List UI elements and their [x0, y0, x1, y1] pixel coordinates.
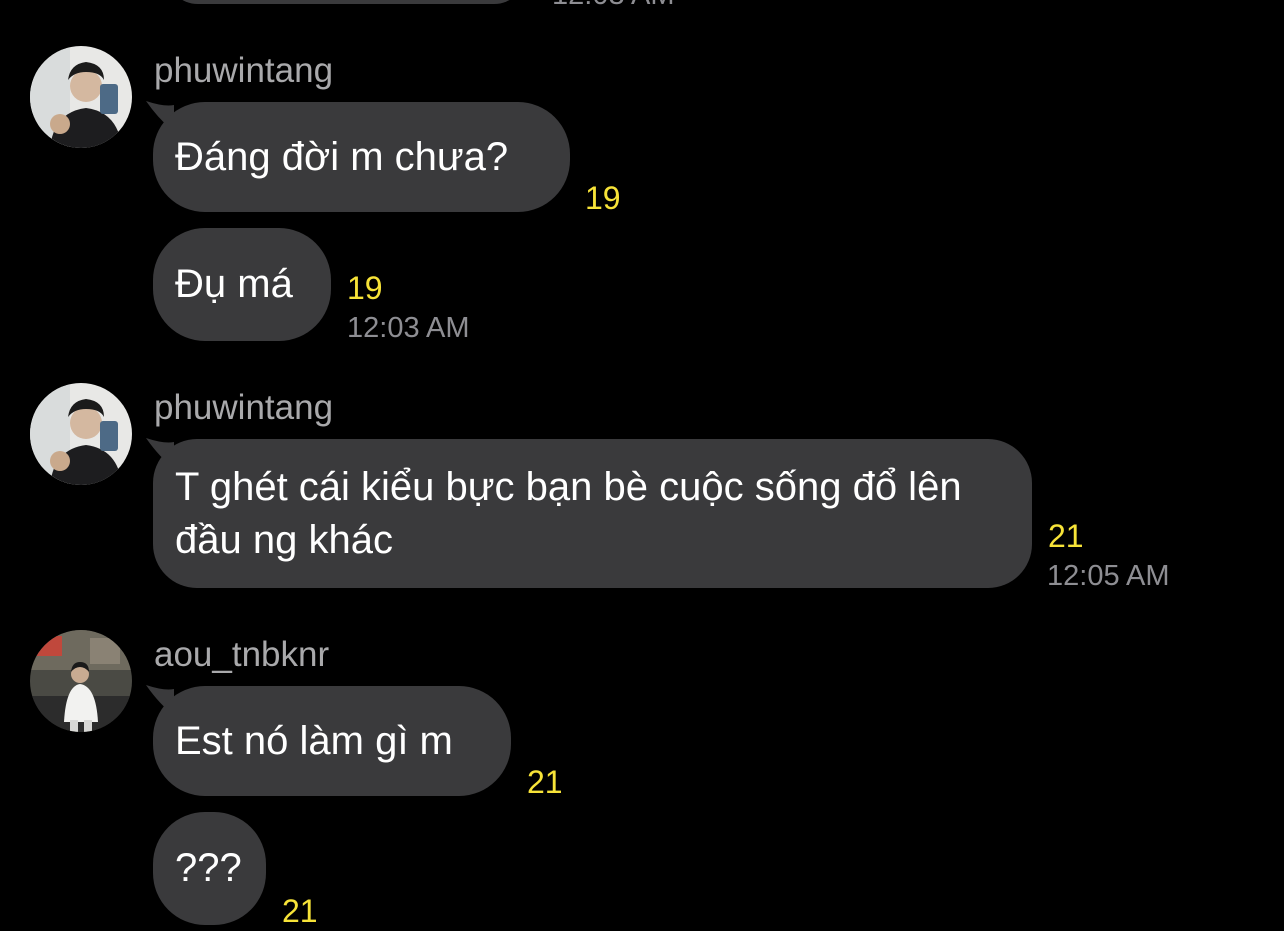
message-text: Đụ má	[175, 262, 293, 306]
sender-username[interactable]: phuwintang	[154, 388, 333, 428]
partial-message-bubble[interactable]	[166, 0, 526, 4]
message-bubble[interactable]: T ghét cái kiểu bực bạn bè cuộc sống đổ …	[153, 439, 1032, 588]
message-bubble[interactable]: Đụ má	[153, 228, 331, 341]
message-timestamp: 12:05 AM	[1047, 560, 1170, 592]
seen-count: 19	[585, 180, 621, 216]
sender-username[interactable]: phuwintang	[154, 51, 333, 91]
message-text: Đáng đời m chưa?	[175, 134, 509, 179]
avatar-phuwintang[interactable]	[30, 383, 132, 485]
seen-count: 19	[347, 270, 383, 306]
profile-photo-icon	[30, 630, 132, 732]
profile-photo-icon	[30, 46, 132, 148]
profile-photo-icon	[30, 383, 132, 485]
seen-count: 21	[1048, 518, 1084, 554]
avatar-aou_tnbknr[interactable]	[30, 630, 132, 732]
message-text: ???	[175, 846, 242, 890]
sender-username[interactable]: aou_tnbknr	[154, 635, 329, 675]
chat-screen: 12:03 AM phuwintang Đáng đời m chưa? 19 …	[0, 0, 1284, 931]
message-bubble[interactable]: Đáng đời m chưa?	[153, 102, 570, 212]
message-bubble[interactable]: ???	[153, 812, 266, 925]
message-text: Est nó làm gì m	[175, 718, 453, 763]
message-text: T ghét cái kiểu bực bạn bè cuộc sống đổ …	[175, 465, 962, 562]
seen-count: 21	[282, 893, 318, 929]
seen-count: 21	[527, 764, 563, 800]
partial-timestamp: 12:03 AM	[552, 0, 675, 12]
message-timestamp: 12:03 AM	[347, 312, 470, 344]
avatar-phuwintang[interactable]	[30, 46, 132, 148]
message-bubble[interactable]: Est nó làm gì m	[153, 686, 511, 796]
